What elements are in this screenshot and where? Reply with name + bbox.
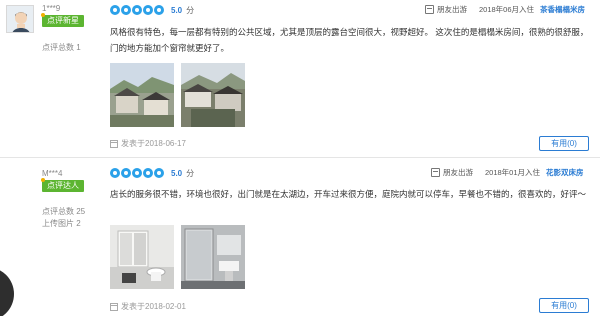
calendar-icon — [110, 139, 118, 148]
trip-type: 朋友出游 — [443, 167, 473, 177]
review-count: 点评总数 25 — [42, 207, 86, 216]
review-item — [0, 159, 600, 316]
review-photo[interactable] — [181, 225, 245, 289]
trip-type-icon — [425, 4, 434, 14]
score-value: 5.0 — [171, 168, 183, 178]
review-photo[interactable] — [110, 63, 174, 127]
useful-button[interactable]: 有用(0) — [539, 136, 589, 151]
user-name[interactable]: 1***9 — [42, 4, 60, 13]
room-type-link[interactable]: 花影双床房 — [546, 167, 584, 178]
avatar[interactable] — [6, 5, 34, 33]
score-unit: 分 — [186, 168, 195, 178]
rating-dot-icon — [121, 168, 131, 178]
score-unit: 分 — [186, 5, 195, 15]
posted-date-text: 发表于2018-06-17 — [121, 139, 186, 148]
rating-dot-icon — [143, 168, 153, 178]
posted-date-text: 发表于2018-02-01 — [121, 302, 186, 311]
avatar-user-icon — [7, 6, 33, 32]
trip-type-icon — [431, 167, 440, 177]
checkin-date: 2018年01月入住 — [485, 167, 541, 177]
score-value: 5.0 — [171, 5, 183, 15]
rating-dot-icon — [154, 168, 164, 178]
trip-type: 朋友出游 — [437, 4, 467, 14]
rating-dot-icon — [132, 168, 142, 178]
rating-dot-icon — [143, 5, 153, 15]
useful-button[interactable]: 有用(0) — [539, 298, 589, 313]
rating-dot-icon — [132, 5, 142, 15]
user-level-badge: 点评达人 — [41, 178, 84, 192]
rating-dot-icon — [110, 168, 120, 178]
user-name[interactable]: M***4 — [42, 169, 62, 178]
room-type-link[interactable]: 茶香榻榻米房 — [540, 4, 585, 15]
trip-info: 朋友出游 2018年01月入住 花影双床房 — [431, 166, 584, 178]
rating: 5.0 分 — [110, 4, 194, 16]
review-text: 店长的服务很不错，环境也很好，出门就是在太湖边，开车过来很方便，庭院内就可以停车… — [110, 189, 587, 199]
user-level-badge: 点评新星 — [41, 13, 84, 27]
review-photo[interactable] — [110, 225, 174, 289]
posted-date: 发表于2018-02-01 — [110, 301, 186, 312]
rating: 5.0 分 — [110, 167, 194, 179]
trip-info: 朋友出游 2018年06月入住 茶香榻榻米房 — [425, 3, 585, 15]
rating-dot-icon — [110, 5, 120, 15]
checkin-date: 2018年06月入住 — [479, 4, 535, 14]
photo-count: 上传图片 2 — [42, 219, 81, 228]
review-text: 风格很有特色，每一层都有特别的公共区域，尤其是顶层的露台空间很大，视野超好。 这… — [110, 27, 589, 53]
rating-dot-icon — [154, 5, 164, 15]
calendar-icon — [110, 302, 118, 311]
posted-date: 发表于2018-06-17 — [110, 138, 186, 149]
review-count: 点评总数 1 — [42, 43, 81, 52]
review-photo[interactable] — [181, 63, 245, 127]
rating-dot-icon — [121, 5, 131, 15]
